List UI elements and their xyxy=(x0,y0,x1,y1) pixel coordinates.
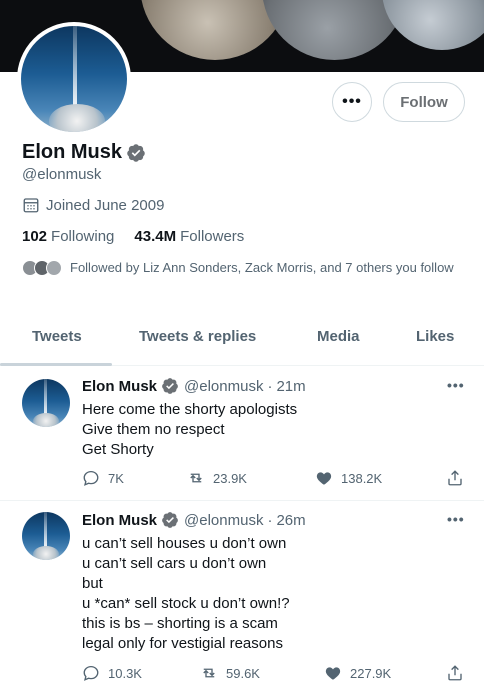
tweet-separator: · xyxy=(267,511,273,529)
followed-by-text: Followed by Liz Ann Sonders, Zack Morris… xyxy=(70,260,454,275)
followers-link[interactable]: 43.4M Followers xyxy=(134,228,244,245)
retweet-count: 23.9K xyxy=(213,470,247,486)
tweet-timestamp[interactable]: 21m xyxy=(276,378,305,395)
reply-icon xyxy=(83,470,99,486)
avatar-rocket-smoke xyxy=(33,546,59,560)
tweet-text-line: u *can* sell stock u don’t own!? xyxy=(82,595,290,612)
reply-count: 7K xyxy=(108,470,124,486)
banner-planet xyxy=(382,0,484,50)
like-count: 227.9K xyxy=(350,665,392,681)
joined-text: Joined June 2009 xyxy=(46,196,165,214)
tweet-avatar[interactable] xyxy=(22,512,70,560)
tweet-text: Here come the shorty apologists Give the… xyxy=(82,400,472,460)
tab-likes[interactable]: Likes xyxy=(416,328,454,345)
tweet-timestamp[interactable]: 26m xyxy=(276,512,305,529)
retweet-icon xyxy=(203,668,215,678)
tweet[interactable]: Elon Musk @elonmusk · 21m ••• Here come … xyxy=(0,367,484,501)
reply-button[interactable]: 7K xyxy=(82,469,124,487)
tweet-author-name[interactable]: Elon Musk xyxy=(82,512,157,529)
tweet-text: u can’t sell houses u don’t own u can’t … xyxy=(82,534,472,654)
tweet-text-line: Give them no respect xyxy=(82,421,225,438)
retweet-icon xyxy=(190,473,202,483)
more-options-button[interactable]: ••• xyxy=(332,82,372,122)
tweet-text-line: Here come the shorty apologists xyxy=(82,401,298,418)
reply-icon xyxy=(83,665,99,681)
active-tab-indicator xyxy=(0,363,112,366)
tweet-more-button[interactable]: ••• xyxy=(447,511,465,527)
calendar-icon xyxy=(23,198,39,213)
tweet-header: Elon Musk @elonmusk · 21m xyxy=(82,377,306,395)
tweet-text-line: legal only for vestigial reasons xyxy=(82,635,283,652)
like-count: 138.2K xyxy=(341,470,383,486)
tab-tweets-replies[interactable]: Tweets & replies xyxy=(139,328,256,345)
tweet-text-line: but xyxy=(82,575,103,592)
tweet[interactable]: Elon Musk @elonmusk · 26m ••• u can’t se… xyxy=(0,502,484,696)
heart-icon xyxy=(316,472,332,485)
share-button[interactable] xyxy=(446,469,472,487)
tweet-author-name[interactable]: Elon Musk xyxy=(82,378,157,395)
retweet-count: 59.6K xyxy=(226,665,260,681)
avatar-rocket-beam xyxy=(73,26,77,116)
tweet-text-line: this is bs – shorting is a scam xyxy=(82,615,278,632)
avatar-rocket-smoke xyxy=(33,413,59,427)
tweet-separator: · xyxy=(267,377,273,395)
share-button[interactable] xyxy=(446,664,472,682)
tweet-avatar[interactable] xyxy=(22,379,70,427)
tweet-actions: 7K 23.9K 138.2K xyxy=(82,469,472,489)
mini-avatar xyxy=(46,260,62,276)
reply-count: 10.3K xyxy=(108,665,142,681)
tab-tweets[interactable]: Tweets xyxy=(32,328,82,345)
reply-button[interactable]: 10.3K xyxy=(82,664,142,682)
followed-by-avatars xyxy=(22,260,64,276)
tweet-author-handle[interactable]: @elonmusk xyxy=(184,512,263,529)
follow-stats: 102 Following 43.4M Followers xyxy=(22,228,264,245)
like-button[interactable]: 138.2K xyxy=(315,469,382,487)
tweet-header: Elon Musk @elonmusk · 26m xyxy=(82,511,306,529)
profile-name-row: Elon Musk xyxy=(22,141,146,164)
following-link[interactable]: 102 Following xyxy=(22,228,114,245)
verified-badge-icon xyxy=(162,512,178,528)
follow-button[interactable]: Follow xyxy=(383,82,465,122)
tab-media[interactable]: Media xyxy=(317,328,360,345)
profile-avatar[interactable] xyxy=(17,22,131,136)
followers-label: Followers xyxy=(180,228,245,245)
avatar-rocket-smoke xyxy=(49,104,105,132)
following-count: 102 xyxy=(22,228,48,245)
joined-date: Joined June 2009 xyxy=(22,196,164,214)
verified-badge-icon xyxy=(162,378,178,394)
tweet-more-button[interactable]: ••• xyxy=(447,377,465,393)
tweet-text-line: Get Shorty xyxy=(82,441,154,458)
profile-name: Elon Musk xyxy=(22,141,123,163)
tweet-text-line: u can’t sell cars u don’t own xyxy=(82,555,267,572)
following-label: Following xyxy=(51,228,115,245)
followed-by-row[interactable]: Followed by Liz Ann Sonders, Zack Morris… xyxy=(22,258,462,278)
profile-handle: @elonmusk xyxy=(22,166,102,183)
tweet-author-handle[interactable]: @elonmusk xyxy=(184,378,263,395)
tweet-text-line: u can’t sell houses u don’t own xyxy=(82,535,287,552)
verified-badge-icon xyxy=(127,143,145,162)
share-icon xyxy=(448,470,462,486)
share-icon xyxy=(448,665,462,681)
profile-tabs: Tweets Tweets & replies Media Likes xyxy=(0,318,484,366)
tweet-actions: 10.3K 59.6K 227.9K xyxy=(82,664,472,684)
heart-icon xyxy=(325,667,341,680)
followers-count: 43.4M xyxy=(134,228,177,245)
retweet-button[interactable]: 23.9K xyxy=(187,469,247,487)
like-button[interactable]: 227.9K xyxy=(324,664,391,682)
retweet-button[interactable]: 59.6K xyxy=(200,664,260,682)
